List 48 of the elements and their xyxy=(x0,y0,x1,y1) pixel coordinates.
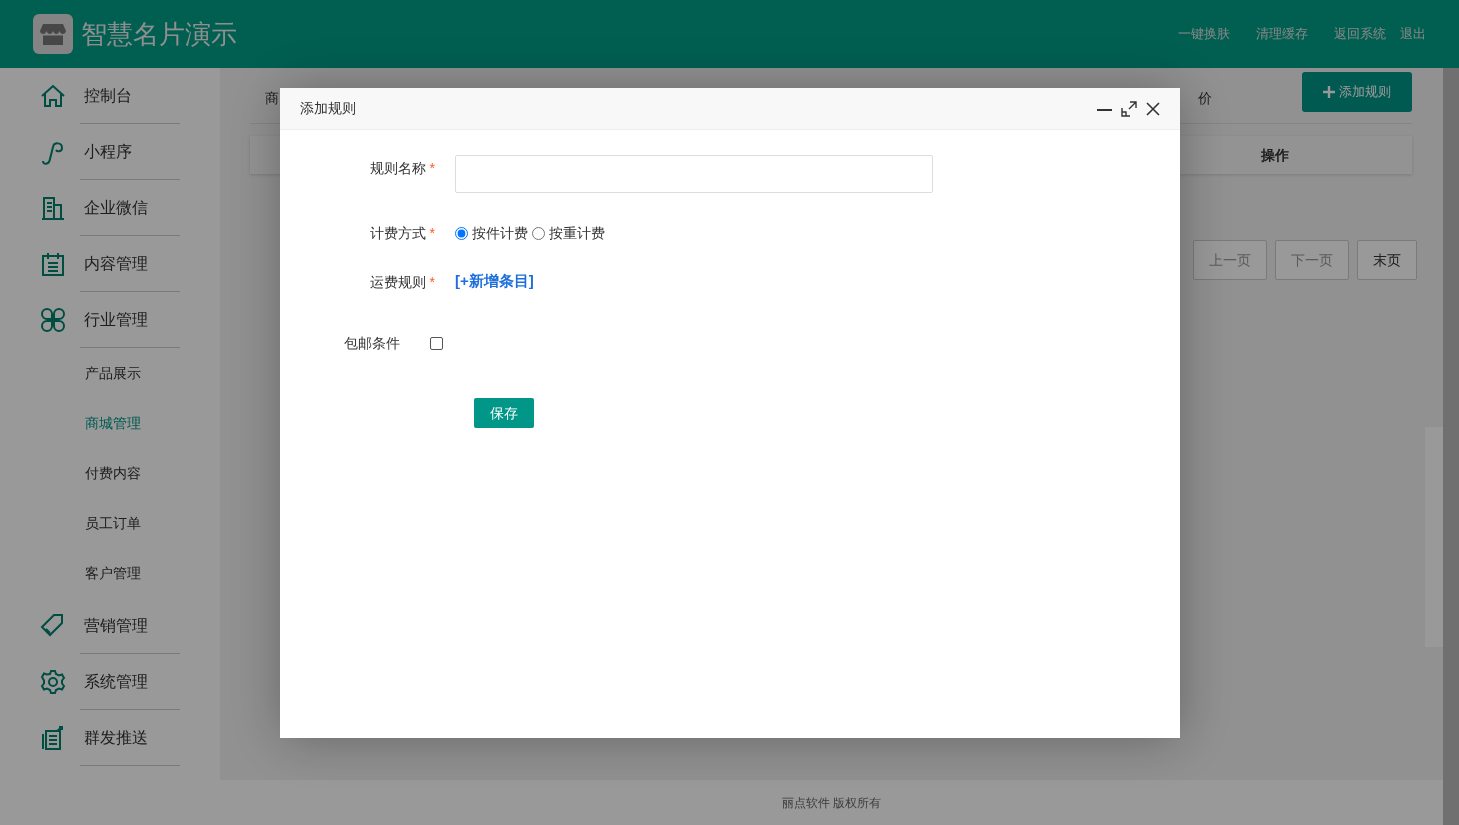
sidebar-item[interactable]: 营销管理 xyxy=(84,614,148,638)
app-title: 智慧名片演示 xyxy=(81,17,237,51)
column-header: 操作 xyxy=(1260,145,1290,165)
tab[interactable]: 价 xyxy=(1198,88,1212,109)
required-mark: * xyxy=(429,225,435,241)
sidebar-subitem[interactable]: 产品展示 xyxy=(85,362,141,384)
scrollbar[interactable] xyxy=(1443,68,1459,825)
sidebar-item[interactable]: 系统管理 xyxy=(84,670,148,694)
radio-button[interactable] xyxy=(532,227,545,240)
radio-label[interactable]: 按件计费 xyxy=(472,223,528,244)
sidebar-item[interactable]: 内容管理 xyxy=(84,252,148,276)
copyright-text: 丽点软件 版权所有 xyxy=(781,794,882,812)
calendar-icon xyxy=(40,251,66,277)
add-item-link[interactable]: [+新增条目] xyxy=(455,270,534,293)
sidebar-subitem[interactable]: 客户管理 xyxy=(85,562,141,584)
maximize-icon[interactable] xyxy=(1121,100,1137,117)
sidebar-item[interactable]: 行业管理 xyxy=(84,308,148,332)
close-icon[interactable] xyxy=(1146,101,1160,116)
radio-label[interactable]: 按重计费 xyxy=(549,223,605,244)
building-icon xyxy=(40,195,66,221)
sidebar-item[interactable]: 控制台 xyxy=(84,84,132,108)
tag-icon xyxy=(40,613,66,639)
sidebar-subitem[interactable]: 员工订单 xyxy=(85,512,141,534)
required-mark: * xyxy=(429,274,435,290)
tab[interactable]: 商 xyxy=(265,88,279,109)
checkbox[interactable] xyxy=(430,337,443,350)
plus-icon xyxy=(1323,86,1335,98)
sidebar-item[interactable]: 小程序 xyxy=(84,140,132,164)
home-icon xyxy=(40,83,66,109)
curve-icon xyxy=(40,139,66,165)
add-rule-button[interactable]: 添加规则 xyxy=(1302,72,1412,112)
input-field[interactable] xyxy=(455,155,933,193)
page-button[interactable]: 末页 xyxy=(1357,240,1417,280)
field-label: 运费规则 xyxy=(369,274,426,290)
sidebar-item[interactable]: 企业微信 xyxy=(84,196,148,220)
document-icon xyxy=(40,725,66,751)
field-label: 规则名称 xyxy=(369,160,426,176)
gear-icon xyxy=(40,669,66,695)
four-petal-icon xyxy=(40,307,66,333)
required-mark: * xyxy=(429,160,435,176)
field-label: 包邮条件 xyxy=(344,335,400,351)
dialog-title: 添加规则 xyxy=(300,99,356,118)
field-label: 计费方式 xyxy=(369,225,426,241)
sidebar-subitem[interactable]: 付费内容 xyxy=(85,462,141,484)
radio-button[interactable] xyxy=(455,227,468,240)
save-button[interactable]: 保存 xyxy=(474,398,534,428)
sidebar-item[interactable]: 群发推送 xyxy=(84,726,148,750)
logo-icon xyxy=(33,14,73,54)
